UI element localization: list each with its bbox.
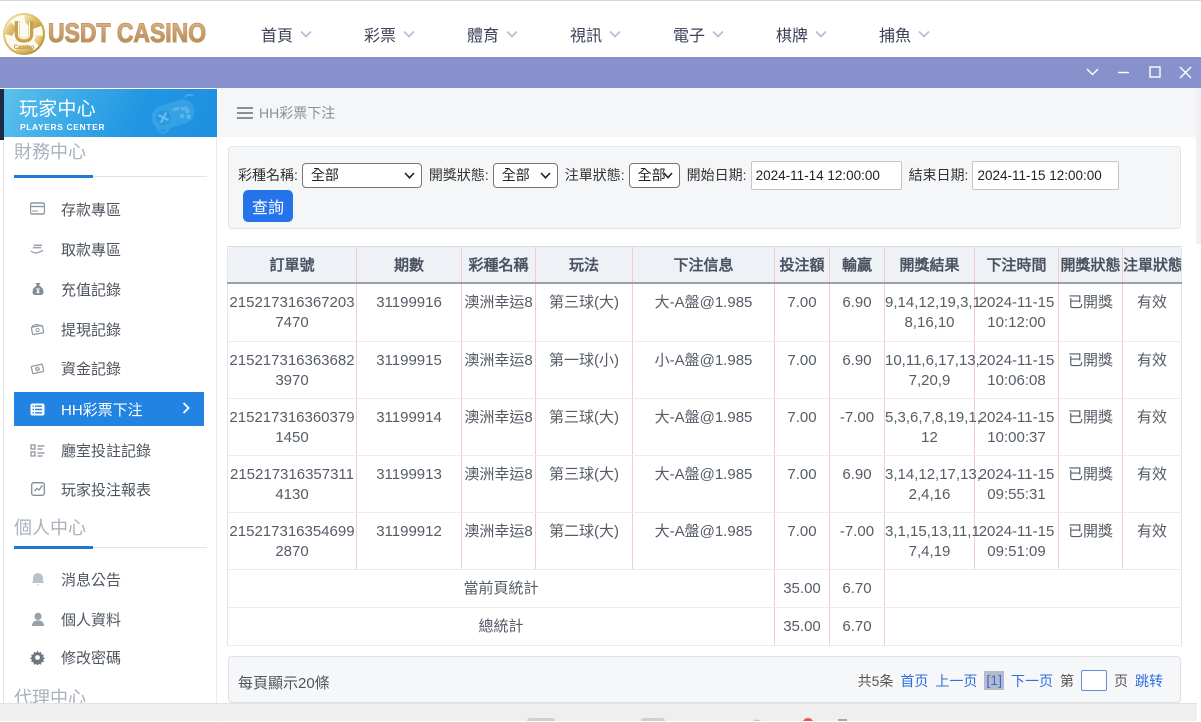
svg-text:Casino: Casino	[14, 43, 35, 50]
